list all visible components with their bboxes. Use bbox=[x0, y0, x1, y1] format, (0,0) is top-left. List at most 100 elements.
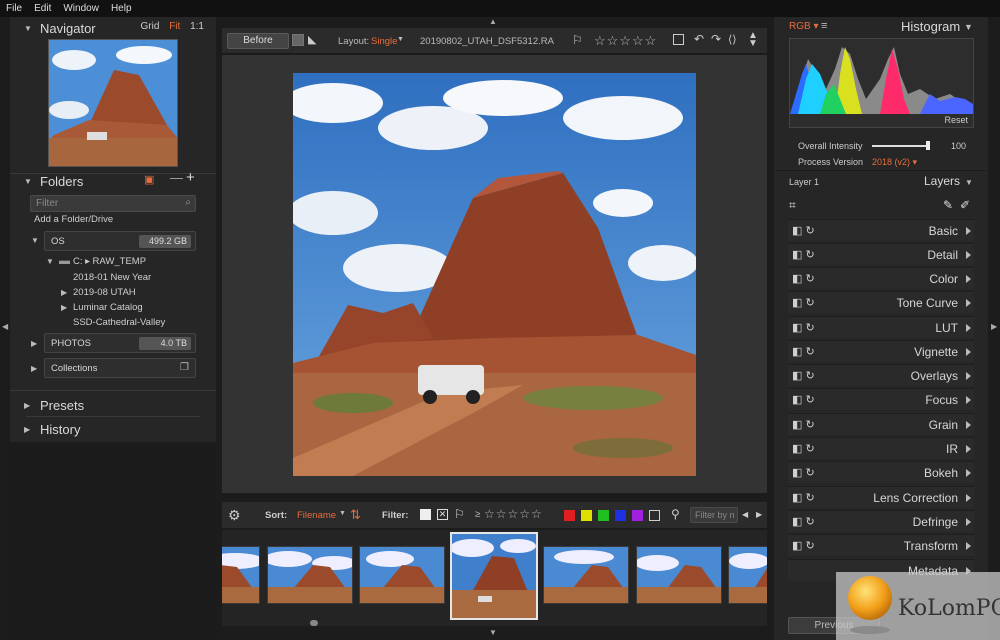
filter-toggle-icon[interactable]: ◧ ↻ bbox=[792, 369, 815, 382]
filter-row-lens-correction[interactable]: ◧ ↻ Lens Correction bbox=[788, 486, 974, 508]
color-filter-none[interactable] bbox=[649, 510, 660, 521]
collapse-histogram-icon[interactable]: ▼ bbox=[964, 22, 973, 32]
flip-vertical-icon[interactable]: ▲ ▼ bbox=[748, 31, 758, 49]
histogram-menu-icon[interactable]: ≡ bbox=[821, 20, 827, 32]
filter-toggle-icon[interactable]: ◧ ↻ bbox=[792, 418, 815, 431]
collapse-layers-icon[interactable]: ▼ bbox=[965, 178, 973, 187]
color-filter-green[interactable] bbox=[598, 510, 609, 521]
rotate-right-icon[interactable]: ↷ bbox=[711, 32, 721, 46]
rotate-left-icon[interactable]: ↶ bbox=[694, 32, 704, 46]
expand-os-icon[interactable]: ▼ bbox=[31, 236, 39, 245]
filter-row-ir[interactable]: ◧ ↻ IR bbox=[788, 437, 974, 459]
rating-stars[interactable]: ☆☆☆☆☆ bbox=[594, 33, 657, 49]
collections[interactable]: Collections ❐ bbox=[44, 358, 196, 378]
color-label-box[interactable] bbox=[673, 34, 684, 45]
color-filter-yellow[interactable] bbox=[581, 510, 592, 521]
filter-toggle-icon[interactable]: ◧ ↻ bbox=[792, 515, 815, 528]
flag-icon[interactable]: ⚐ bbox=[572, 33, 583, 47]
rating-compare[interactable]: ≥ bbox=[475, 509, 480, 520]
color-filter-red[interactable] bbox=[564, 510, 575, 521]
filter-toggle-icon[interactable]: ◧ ↻ bbox=[792, 393, 815, 406]
filter-toggle-icon[interactable]: ◧ ↻ bbox=[792, 224, 815, 237]
color-filter-blue[interactable] bbox=[615, 510, 626, 521]
filter-toggle-icon[interactable]: ◧ ↻ bbox=[792, 272, 815, 285]
flag-unflagged-filter[interactable]: ⚐ bbox=[454, 507, 465, 521]
flag-picked-filter[interactable] bbox=[420, 509, 431, 520]
expand-catalog-icon[interactable]: ▶ bbox=[61, 303, 67, 312]
filter-toggle-icon[interactable]: ◧ ↻ bbox=[792, 321, 815, 334]
filter-row-tone-curve[interactable]: ◧ ↻ Tone Curve bbox=[788, 291, 974, 313]
tree-item-utah[interactable]: 2019-08 UTAH bbox=[73, 287, 136, 298]
add-folder-icon[interactable]: + bbox=[186, 169, 195, 186]
film-thumbnail[interactable] bbox=[636, 546, 722, 604]
filter-row-lut[interactable]: ◧ ↻ LUT bbox=[788, 316, 974, 338]
filter-row-vignette[interactable]: ◧ ↻ Vignette bbox=[788, 340, 974, 362]
folder-open-icon[interactable]: ▣ bbox=[144, 173, 154, 186]
tree-path[interactable]: C: ▸ RAW_TEMP bbox=[73, 256, 146, 267]
tree-item-cathedral[interactable]: SSD-Cathedral-Valley bbox=[73, 317, 165, 328]
panel-toggle-bottom-icon[interactable]: ▼ bbox=[489, 628, 497, 637]
filter-toggle-icon[interactable]: ◧ ↻ bbox=[792, 296, 815, 309]
panel-toggle-top-icon[interactable]: ▲ bbox=[489, 17, 497, 26]
nav-option-1-1[interactable]: 1:1 bbox=[190, 21, 204, 32]
film-thumbnail-selected[interactable] bbox=[450, 532, 538, 620]
folder-filter-input[interactable]: Filter ⌕ bbox=[30, 195, 196, 212]
filter-row-defringe[interactable]: ◧ ↻ Defringe bbox=[788, 510, 974, 532]
compare-mode-icon[interactable]: ◣ bbox=[308, 33, 316, 46]
film-thumbnail[interactable] bbox=[728, 546, 767, 604]
nav-option-grid[interactable]: Grid bbox=[141, 21, 160, 32]
menu-window[interactable]: Window bbox=[63, 3, 99, 14]
sort-dropdown[interactable]: Filename bbox=[297, 510, 336, 521]
filter-row-focus[interactable]: ◧ ↻ Focus bbox=[788, 388, 974, 410]
intensity-slider[interactable] bbox=[872, 145, 930, 147]
minus-icon[interactable]: — bbox=[170, 170, 183, 185]
filter-row-color[interactable]: ◧ ↻ Color bbox=[788, 267, 974, 289]
history-header[interactable]: ▶ History bbox=[10, 418, 216, 440]
panel-toggle-right-icon[interactable]: ▶ bbox=[991, 322, 997, 331]
menu-file[interactable]: File bbox=[6, 3, 22, 14]
film-thumbnail[interactable] bbox=[543, 546, 629, 604]
filter-toggle-icon[interactable]: ◧ ↻ bbox=[792, 248, 815, 261]
add-folder-link[interactable]: Add a Folder/Drive bbox=[34, 214, 113, 225]
search-icon[interactable]: ⚲ bbox=[671, 507, 680, 521]
crop-icon[interactable]: ⌗ bbox=[789, 198, 796, 213]
expand-raw-temp-icon[interactable]: ▼ bbox=[46, 257, 54, 266]
compare-toggle[interactable] bbox=[292, 34, 304, 46]
expand-utah-icon[interactable]: ▶ bbox=[61, 288, 67, 297]
navigator-preview[interactable] bbox=[48, 39, 178, 167]
pencil-icon[interactable]: ✎ bbox=[943, 198, 953, 212]
filter-row-grain[interactable]: ◧ ↻ Grain bbox=[788, 413, 974, 435]
expand-photos-icon[interactable]: ▶ bbox=[31, 339, 37, 348]
menu-help[interactable]: Help bbox=[111, 3, 132, 14]
panel-toggle-left-icon[interactable]: ◀ bbox=[2, 322, 8, 331]
tree-item-new-year[interactable]: 2018-01 New Year bbox=[73, 272, 151, 283]
film-thumbnail[interactable] bbox=[267, 546, 353, 604]
layout-dropdown[interactable]: Single bbox=[371, 36, 397, 47]
scroll-left-icon[interactable]: ◀ bbox=[742, 510, 748, 519]
flip-horizontal-icon[interactable]: ⟨⟩ bbox=[728, 33, 737, 46]
process-version-dropdown[interactable]: 2018 (v2) ▾ bbox=[872, 157, 917, 168]
flag-rejected-filter[interactable]: ✕ bbox=[437, 509, 448, 520]
histogram-reset-button[interactable]: Reset bbox=[944, 115, 968, 125]
before-button[interactable]: Before bbox=[227, 33, 289, 49]
image-canvas[interactable] bbox=[222, 55, 767, 493]
filter-toggle-icon[interactable]: ◧ ↻ bbox=[792, 466, 815, 479]
filmstrip-scroll-handle[interactable] bbox=[310, 620, 318, 626]
film-thumbnail[interactable] bbox=[359, 546, 445, 604]
color-filter-purple[interactable] bbox=[632, 510, 643, 521]
rating-filter-stars[interactable]: ☆☆☆☆☆ bbox=[484, 507, 543, 521]
drive-photos[interactable]: PHOTOS 4.0 TB bbox=[44, 333, 196, 353]
filter-row-overlays[interactable]: ◧ ↻ Overlays bbox=[788, 364, 974, 386]
filter-toggle-icon[interactable]: ◧ ↻ bbox=[792, 345, 815, 358]
new-collection-icon[interactable]: ❐ bbox=[180, 362, 189, 373]
menu-edit[interactable]: Edit bbox=[34, 3, 51, 14]
settings-gear-icon[interactable]: ⚙ bbox=[228, 507, 241, 524]
filter-toggle-icon[interactable]: ◧ ↻ bbox=[792, 491, 815, 504]
filmstrip-filter-input[interactable]: Filter by n bbox=[690, 507, 738, 523]
drive-os[interactable]: OS 499.2 GB bbox=[44, 231, 196, 251]
film-thumbnail[interactable] bbox=[222, 546, 260, 604]
expand-collections-icon[interactable]: ▶ bbox=[31, 364, 37, 373]
filter-toggle-icon[interactable]: ◧ ↻ bbox=[792, 442, 815, 455]
sort-order-icon[interactable]: ⇅ bbox=[350, 507, 361, 523]
presets-header[interactable]: ▶ Presets bbox=[10, 394, 216, 416]
